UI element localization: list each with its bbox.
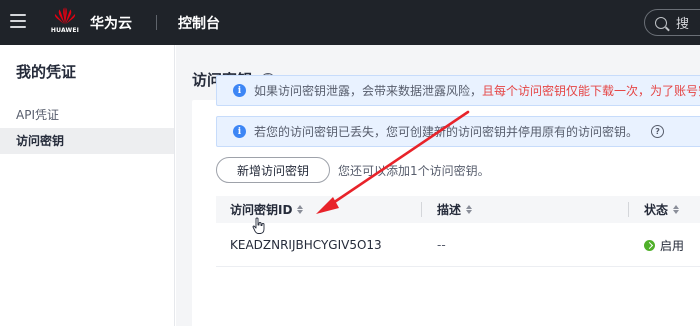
brand-name[interactable]: 华为云 bbox=[90, 13, 132, 33]
notice-text: 若您的访问密钥已丢失，您可创建新的访问密钥并停用原有的访问密钥。 bbox=[254, 125, 639, 139]
hand-cursor-icon bbox=[252, 217, 265, 234]
sidebar: 我的凭证 API凭证 访问密钥 bbox=[0, 45, 175, 326]
notice-lost-key: i 若您的访问密钥已丢失，您可创建新的访问密钥并停用原有的访问密钥。 ? bbox=[216, 116, 700, 147]
cell-status: 启用 bbox=[644, 223, 684, 267]
column-divider bbox=[421, 202, 422, 217]
notice-red-text: 且每个访问密钥仅能下载一次，为了账号安全性 bbox=[482, 84, 700, 98]
sidebar-title: 我的凭证 bbox=[16, 63, 77, 81]
column-header-label: 描述 bbox=[437, 203, 462, 217]
check-circle-icon bbox=[644, 239, 655, 251]
sort-icon[interactable] bbox=[466, 205, 473, 214]
sort-icon[interactable] bbox=[673, 205, 680, 214]
search-box[interactable]: 搜 bbox=[644, 9, 700, 36]
search-icon bbox=[655, 16, 667, 29]
table-header: 访问密钥ID 描述 状态 bbox=[216, 196, 700, 223]
status-text: 启用 bbox=[660, 238, 685, 253]
info-circle-icon: i bbox=[233, 125, 246, 138]
huawei-logo-icon bbox=[54, 7, 76, 24]
column-divider bbox=[628, 202, 629, 217]
column-header-access-key-id[interactable]: 访问密钥ID bbox=[230, 196, 304, 223]
notice-text: 如果访问密钥泄露，会带来数据泄露风险， bbox=[254, 84, 483, 98]
table-row: KEADZNRIJBHCYGIV5O13 -- 启用 bbox=[216, 223, 700, 267]
sort-icon[interactable] bbox=[297, 205, 304, 214]
header-divider bbox=[156, 15, 157, 30]
column-header-status[interactable]: 状态 bbox=[644, 196, 680, 223]
sidebar-item-api-credentials[interactable]: API凭证 bbox=[0, 102, 174, 128]
top-navigation-bar: HUAWEI 华为云 控制台 搜 bbox=[0, 0, 700, 45]
search-placeholder: 搜 bbox=[676, 17, 690, 32]
quota-hint: 您还可以添加1个访问密钥。 bbox=[338, 164, 490, 178]
hamburger-icon[interactable] bbox=[10, 14, 26, 28]
huawei-logo[interactable]: HUAWEI bbox=[48, 6, 82, 38]
column-header-label: 访问密钥ID bbox=[230, 203, 293, 217]
cell-description: -- bbox=[437, 238, 446, 252]
info-circle-icon: i bbox=[233, 84, 246, 97]
add-access-key-button[interactable]: 新增访问密钥 bbox=[216, 157, 330, 183]
column-header-description[interactable]: 描述 bbox=[437, 196, 473, 223]
console-link[interactable]: 控制台 bbox=[178, 13, 220, 33]
question-circle-icon[interactable]: ? bbox=[651, 125, 665, 138]
logo-text: HUAWEI bbox=[50, 27, 80, 34]
notice-leak-warning: i 如果访问密钥泄露，会带来数据泄露风险， 且每个访问密钥仅能下载一次，为了账号… bbox=[216, 75, 700, 106]
sidebar-item-access-keys[interactable]: 访问密钥 bbox=[0, 128, 174, 154]
column-header-label: 状态 bbox=[644, 203, 669, 217]
